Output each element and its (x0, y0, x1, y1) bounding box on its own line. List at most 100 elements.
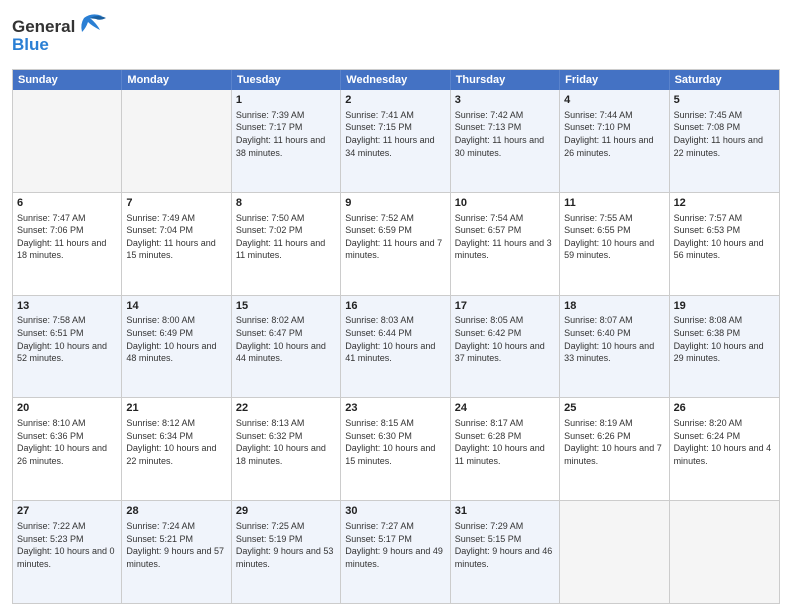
cell-details: Sunrise: 7:50 AMSunset: 7:02 PMDaylight:… (236, 213, 325, 261)
cell-details: Sunrise: 8:07 AMSunset: 6:40 PMDaylight:… (564, 315, 654, 363)
cell-details: Sunrise: 7:47 AMSunset: 7:06 PMDaylight:… (17, 213, 106, 261)
cell-details: Sunrise: 8:20 AMSunset: 6:24 PMDaylight:… (674, 418, 772, 466)
calendar-cell: 19Sunrise: 8:08 AMSunset: 6:38 PMDayligh… (670, 296, 779, 398)
calendar-cell: 11 Sunrise: 7:55 AMSunset: 6:55 PMDayligh… (560, 193, 669, 295)
calendar-cell (560, 501, 669, 603)
cell-details: Sunrise: 8:10 AMSunset: 6:36 PMDaylight:… (17, 418, 107, 466)
cell-details: Sunrise: 8:08 AMSunset: 6:38 PMDaylight:… (674, 315, 764, 363)
calendar-cell: 6 Sunrise: 7:47 AMSunset: 7:06 PMDaylight… (13, 193, 122, 295)
day-number: 11 (564, 196, 664, 211)
day-number: 23 (345, 401, 445, 416)
calendar-cell: 22Sunrise: 8:13 AMSunset: 6:32 PMDayligh… (232, 398, 341, 500)
day-number: 9 (345, 196, 445, 211)
day-number: 6 (17, 196, 117, 211)
day-number: 29 (236, 504, 336, 519)
cell-details: Sunrise: 7:39 AMSunset: 7:17 PMDaylight:… (236, 110, 325, 158)
cell-details: Sunrise: 7:24 AMSunset: 5:21 PMDaylight:… (126, 521, 224, 569)
weekday-header: Saturday (670, 70, 779, 90)
calendar-row: 1 Sunrise: 7:39 AMSunset: 7:17 PMDaylight… (13, 90, 779, 192)
day-number: 17 (455, 299, 555, 314)
calendar-cell: 2 Sunrise: 7:41 AMSunset: 7:15 PMDaylight… (341, 90, 450, 192)
calendar-cell: 16Sunrise: 8:03 AMSunset: 6:44 PMDayligh… (341, 296, 450, 398)
weekday-header: Monday (122, 70, 231, 90)
day-number: 18 (564, 299, 664, 314)
day-number: 30 (345, 504, 445, 519)
calendar-cell: 5 Sunrise: 7:45 AMSunset: 7:08 PMDaylight… (670, 90, 779, 192)
day-number: 14 (126, 299, 226, 314)
logo: General Blue (12, 10, 107, 63)
day-number: 1 (236, 93, 336, 108)
calendar-cell: 7 Sunrise: 7:49 AMSunset: 7:04 PMDaylight… (122, 193, 231, 295)
calendar-cell: 27 Sunrise: 7:22 AMSunset: 5:23 PMDayligh… (13, 501, 122, 603)
day-number: 25 (564, 401, 664, 416)
day-number: 13 (17, 299, 117, 314)
calendar-cell: 21Sunrise: 8:12 AMSunset: 6:34 PMDayligh… (122, 398, 231, 500)
main-container: General Blue SundayMondayTuesdayWednesda… (0, 0, 792, 612)
calendar-cell: 30 Sunrise: 7:27 AMSunset: 5:17 PMDayligh… (341, 501, 450, 603)
cell-details: Sunrise: 8:19 AMSunset: 6:26 PMDaylight:… (564, 418, 662, 466)
day-number: 5 (674, 93, 775, 108)
cell-details: Sunrise: 7:29 AMSunset: 5:15 PMDaylight:… (455, 521, 553, 569)
calendar-cell: 1 Sunrise: 7:39 AMSunset: 7:17 PMDaylight… (232, 90, 341, 192)
calendar-row: 27 Sunrise: 7:22 AMSunset: 5:23 PMDayligh… (13, 500, 779, 603)
cell-details: Sunrise: 8:15 AMSunset: 6:30 PMDaylight:… (345, 418, 435, 466)
cell-details: Sunrise: 7:52 AMSunset: 6:59 PMDaylight:… (345, 213, 442, 261)
day-number: 12 (674, 196, 775, 211)
day-number: 8 (236, 196, 336, 211)
calendar-cell: 9 Sunrise: 7:52 AMSunset: 6:59 PMDaylight… (341, 193, 450, 295)
calendar-cell: 25 Sunrise: 8:19 AMSunset: 6:26 PMDayligh… (560, 398, 669, 500)
cell-details: Sunrise: 8:03 AMSunset: 6:44 PMDaylight:… (345, 315, 435, 363)
header: General Blue (12, 10, 780, 63)
day-number: 2 (345, 93, 445, 108)
weekday-header: Wednesday (341, 70, 450, 90)
cell-details: Sunrise: 7:49 AMSunset: 7:04 PMDaylight:… (126, 213, 215, 261)
calendar-cell: 4Sunrise: 7:44 AMSunset: 7:10 PMDaylight… (560, 90, 669, 192)
day-number: 31 (455, 504, 555, 519)
cell-details: Sunrise: 7:42 AMSunset: 7:13 PMDaylight:… (455, 110, 544, 158)
calendar-cell: 26 Sunrise: 8:20 AMSunset: 6:24 PMDayligh… (670, 398, 779, 500)
cell-details: Sunrise: 8:02 AMSunset: 6:47 PMDaylight:… (236, 315, 326, 363)
cell-details: Sunrise: 7:27 AMSunset: 5:17 PMDaylight:… (345, 521, 443, 569)
svg-text:General: General (12, 17, 75, 36)
weekday-header: Thursday (451, 70, 560, 90)
calendar: SundayMondayTuesdayWednesdayThursdayFrid… (12, 69, 780, 604)
cell-details: Sunrise: 8:00 AMSunset: 6:49 PMDaylight:… (126, 315, 216, 363)
day-number: 3 (455, 93, 555, 108)
cell-details: Sunrise: 7:41 AMSunset: 7:15 PMDaylight:… (345, 110, 434, 158)
day-number: 7 (126, 196, 226, 211)
calendar-cell: 20 Sunrise: 8:10 AMSunset: 6:36 PMDayligh… (13, 398, 122, 500)
day-number: 24 (455, 401, 555, 416)
calendar-cell (670, 501, 779, 603)
calendar-cell: 18Sunrise: 8:07 AMSunset: 6:40 PMDayligh… (560, 296, 669, 398)
day-number: 21 (126, 401, 226, 416)
calendar-cell: 13Sunrise: 7:58 AMSunset: 6:51 PMDayligh… (13, 296, 122, 398)
day-number: 27 (17, 504, 117, 519)
calendar-row: 20 Sunrise: 8:10 AMSunset: 6:36 PMDayligh… (13, 397, 779, 500)
calendar-cell: 10Sunrise: 7:54 AMSunset: 6:57 PMDayligh… (451, 193, 560, 295)
calendar-cell (122, 90, 231, 192)
calendar-cell (13, 90, 122, 192)
weekday-header: Friday (560, 70, 669, 90)
day-number: 10 (455, 196, 555, 211)
calendar-header: SundayMondayTuesdayWednesdayThursdayFrid… (13, 70, 779, 90)
cell-details: Sunrise: 8:17 AMSunset: 6:28 PMDaylight:… (455, 418, 545, 466)
calendar-cell: 3 Sunrise: 7:42 AMSunset: 7:13 PMDaylight… (451, 90, 560, 192)
day-number: 22 (236, 401, 336, 416)
calendar-cell: 23 Sunrise: 8:15 AMSunset: 6:30 PMDayligh… (341, 398, 450, 500)
calendar-cell: 12Sunrise: 7:57 AMSunset: 6:53 PMDayligh… (670, 193, 779, 295)
calendar-row: 6 Sunrise: 7:47 AMSunset: 7:06 PMDaylight… (13, 192, 779, 295)
cell-details: Sunrise: 7:55 AMSunset: 6:55 PMDaylight:… (564, 213, 654, 261)
calendar-body: 1 Sunrise: 7:39 AMSunset: 7:17 PMDaylight… (13, 90, 779, 603)
calendar-cell: 28 Sunrise: 7:24 AMSunset: 5:21 PMDayligh… (122, 501, 231, 603)
cell-details: Sunrise: 8:05 AMSunset: 6:42 PMDaylight:… (455, 315, 545, 363)
weekday-header: Sunday (13, 70, 122, 90)
cell-details: Sunrise: 7:22 AMSunset: 5:23 PMDaylight:… (17, 521, 115, 569)
cell-details: Sunrise: 7:58 AMSunset: 6:51 PMDaylight:… (17, 315, 107, 363)
day-number: 15 (236, 299, 336, 314)
day-number: 28 (126, 504, 226, 519)
day-number: 26 (674, 401, 775, 416)
calendar-cell: 14Sunrise: 8:00 AMSunset: 6:49 PMDayligh… (122, 296, 231, 398)
day-number: 20 (17, 401, 117, 416)
cell-details: Sunrise: 7:45 AMSunset: 7:08 PMDaylight:… (674, 110, 763, 158)
calendar-row: 13Sunrise: 7:58 AMSunset: 6:51 PMDayligh… (13, 295, 779, 398)
